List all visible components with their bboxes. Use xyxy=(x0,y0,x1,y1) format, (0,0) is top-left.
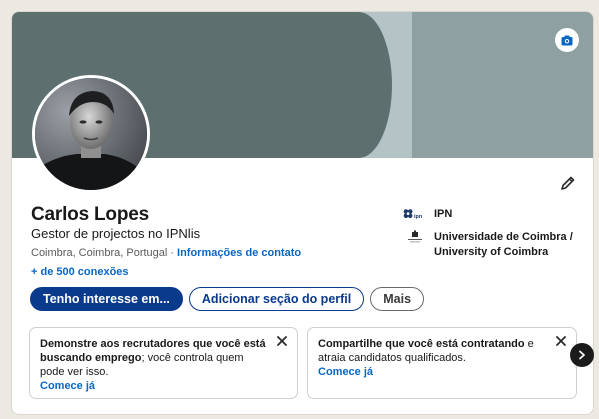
more-button[interactable]: Mais xyxy=(370,287,425,311)
affiliation-label: IPN xyxy=(434,208,453,220)
chevron-right-icon xyxy=(579,350,585,360)
open-to-button[interactable]: Tenho interesse em... xyxy=(30,287,183,311)
close-icon xyxy=(556,336,566,346)
affiliation-ipn[interactable]: ipn IPN xyxy=(402,207,582,222)
dismiss-tip-button[interactable] xyxy=(276,335,288,347)
add-profile-section-button[interactable]: Adicionar seção do perfil xyxy=(188,287,365,311)
profile-location: Coimbra, Coimbra, Portugal xyxy=(31,247,168,259)
close-icon xyxy=(277,336,287,346)
university-coimbra-logo xyxy=(402,230,428,244)
contact-info-link[interactable]: Informações de contato xyxy=(177,247,301,259)
pencil-icon xyxy=(561,176,575,190)
get-started-link[interactable]: Comece já xyxy=(318,365,546,379)
tip-text: Demonstre aos recrutadores que você está… xyxy=(40,337,267,379)
profile-headline: Gestor de projectos no IPNlis xyxy=(31,226,201,241)
location-separator: · xyxy=(170,247,175,259)
edit-intro-button[interactable] xyxy=(557,172,579,194)
svg-text:ipn: ipn xyxy=(414,214,423,220)
profile-name: Carlos Lopes xyxy=(31,204,149,225)
tip-bold-text: Compartilhe que você está contratando xyxy=(318,338,525,350)
open-to-work-tip: Demonstre aos recrutadores que você está… xyxy=(29,327,298,399)
affiliation-university[interactable]: Universidade de Coimbra / University of … xyxy=(402,230,582,260)
tip-text: Compartilhe que você está contratando e … xyxy=(318,337,546,365)
camera-icon xyxy=(561,35,573,45)
avatar[interactable] xyxy=(32,75,150,193)
ipn-logo: ipn xyxy=(402,207,428,221)
profile-actions: Tenho interesse em... Adicionar seção do… xyxy=(30,287,425,311)
connections-link[interactable]: + de 500 conexões xyxy=(31,266,129,278)
dismiss-tip-button[interactable] xyxy=(555,335,567,347)
profile-card: Carlos Lopes Gestor de projectos no IPNl… xyxy=(11,11,594,415)
edit-banner-button[interactable] xyxy=(555,28,579,52)
hiring-tip: Compartilhe que você está contratando e … xyxy=(307,327,577,399)
affiliation-label: Universidade de Coimbra / University of … xyxy=(434,231,573,258)
location-row: Coimbra, Coimbra, Portugal · Informações d… xyxy=(31,247,301,259)
profile-affiliations: ipn IPN Universidade de Coimbra / Univer… xyxy=(402,207,582,268)
get-started-link[interactable]: Comece já xyxy=(40,379,267,393)
carousel-next-button[interactable] xyxy=(570,343,594,367)
profile-photo xyxy=(35,78,147,190)
